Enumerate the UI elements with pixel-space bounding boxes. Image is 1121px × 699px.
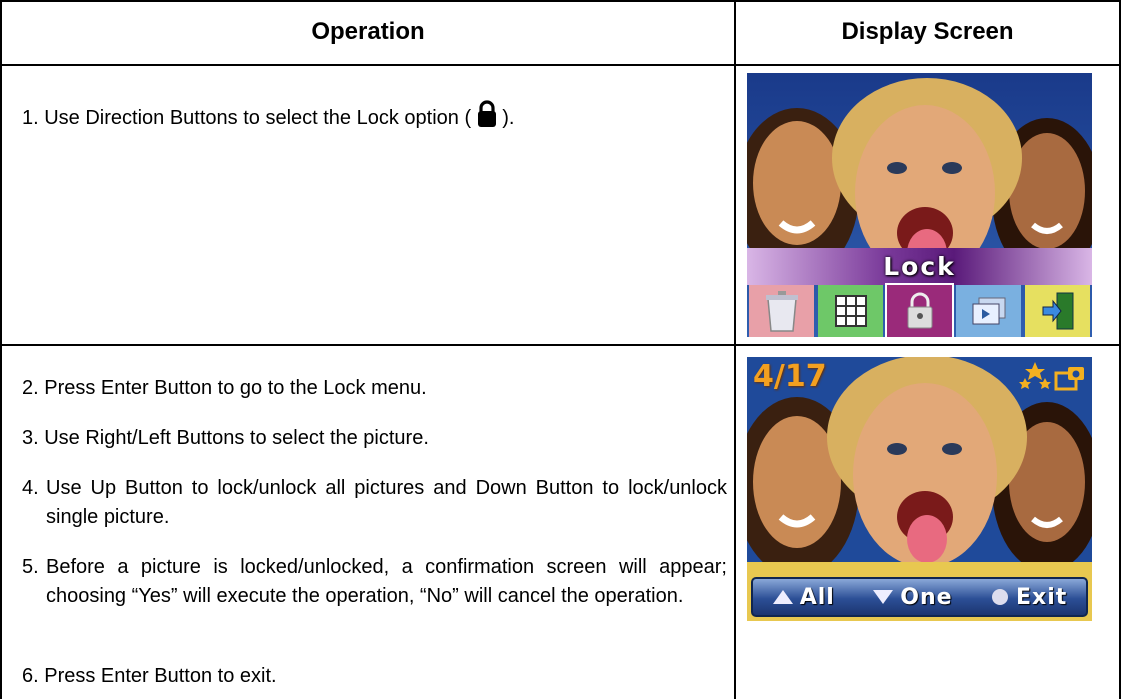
step-1: 1. Use Direction Buttons to select the L…	[22, 100, 514, 137]
menu-icon-bar	[747, 283, 1092, 337]
step-1-text: 1. Use Direction Buttons to select the L…	[22, 107, 472, 129]
table-border-left	[0, 0, 2, 699]
lock-icon	[907, 292, 932, 329]
step-4-number: 4.	[22, 477, 39, 499]
operation-table: Operation Display Screen 1. Use Directio…	[0, 0, 1121, 699]
step-4: 4. Use Up Button to lock/unlock all pict…	[22, 474, 727, 532]
step-1-text-end: ).	[502, 107, 515, 129]
menu-slot-exit[interactable]	[1025, 285, 1090, 337]
control-one-label: One	[900, 584, 953, 610]
step-4-text: Use Up Button to lock/unlock all picture…	[46, 477, 727, 528]
slideshow-icon	[972, 297, 1005, 325]
menu-slot-delete[interactable]	[749, 285, 814, 337]
control-one[interactable]: One	[872, 585, 952, 610]
step-2: 2. Press Enter Button to go to the Lock …	[22, 377, 427, 399]
table-divider-row	[0, 344, 1121, 346]
step-5-number: 5.	[22, 556, 39, 578]
header-operation: Operation	[311, 18, 425, 45]
triangle-down-icon	[873, 590, 894, 604]
control-all[interactable]: All	[772, 585, 835, 610]
control-all-label: All	[799, 584, 835, 610]
trash-icon	[765, 291, 798, 332]
step-5: 5. Before a picture is locked/unlocked, …	[22, 553, 727, 611]
table-divider-column	[734, 0, 736, 699]
menu-slot-lock[interactable]	[885, 283, 954, 337]
padlock-icon	[477, 100, 497, 137]
lock-menu-screen: Lock	[747, 73, 1092, 337]
step-5-text: Before a picture is locked/unlocked, a c…	[46, 556, 727, 607]
triangle-up-icon	[772, 590, 793, 604]
image-counter: 4/17	[753, 359, 827, 394]
header-display-screen: Display Screen	[841, 18, 1014, 45]
menu-slot-slideshow[interactable]	[956, 285, 1021, 337]
exit-door-icon	[1042, 292, 1073, 330]
step-3: 3. Use Right/Left Buttons to select the …	[22, 427, 429, 449]
photo-mode-icon	[1054, 367, 1084, 391]
menu-title-bar: Lock	[747, 248, 1092, 285]
enter-button-icon	[992, 589, 1008, 605]
step-6: 6. Press Enter Button to exit.	[22, 665, 277, 687]
table-divider-header	[0, 64, 1121, 66]
grid-icon	[834, 295, 867, 327]
lock-controls-bar: All One Exit	[751, 577, 1088, 617]
lock-playback-screen: 4/17 All One Exit	[747, 357, 1092, 621]
control-exit[interactable]: Exit	[990, 585, 1067, 610]
favorite-stars-icon	[1019, 362, 1051, 389]
menu-slot-thumbnail[interactable]	[818, 285, 883, 337]
menu-title: Lock	[883, 252, 956, 281]
control-exit-label: Exit	[1016, 584, 1068, 610]
